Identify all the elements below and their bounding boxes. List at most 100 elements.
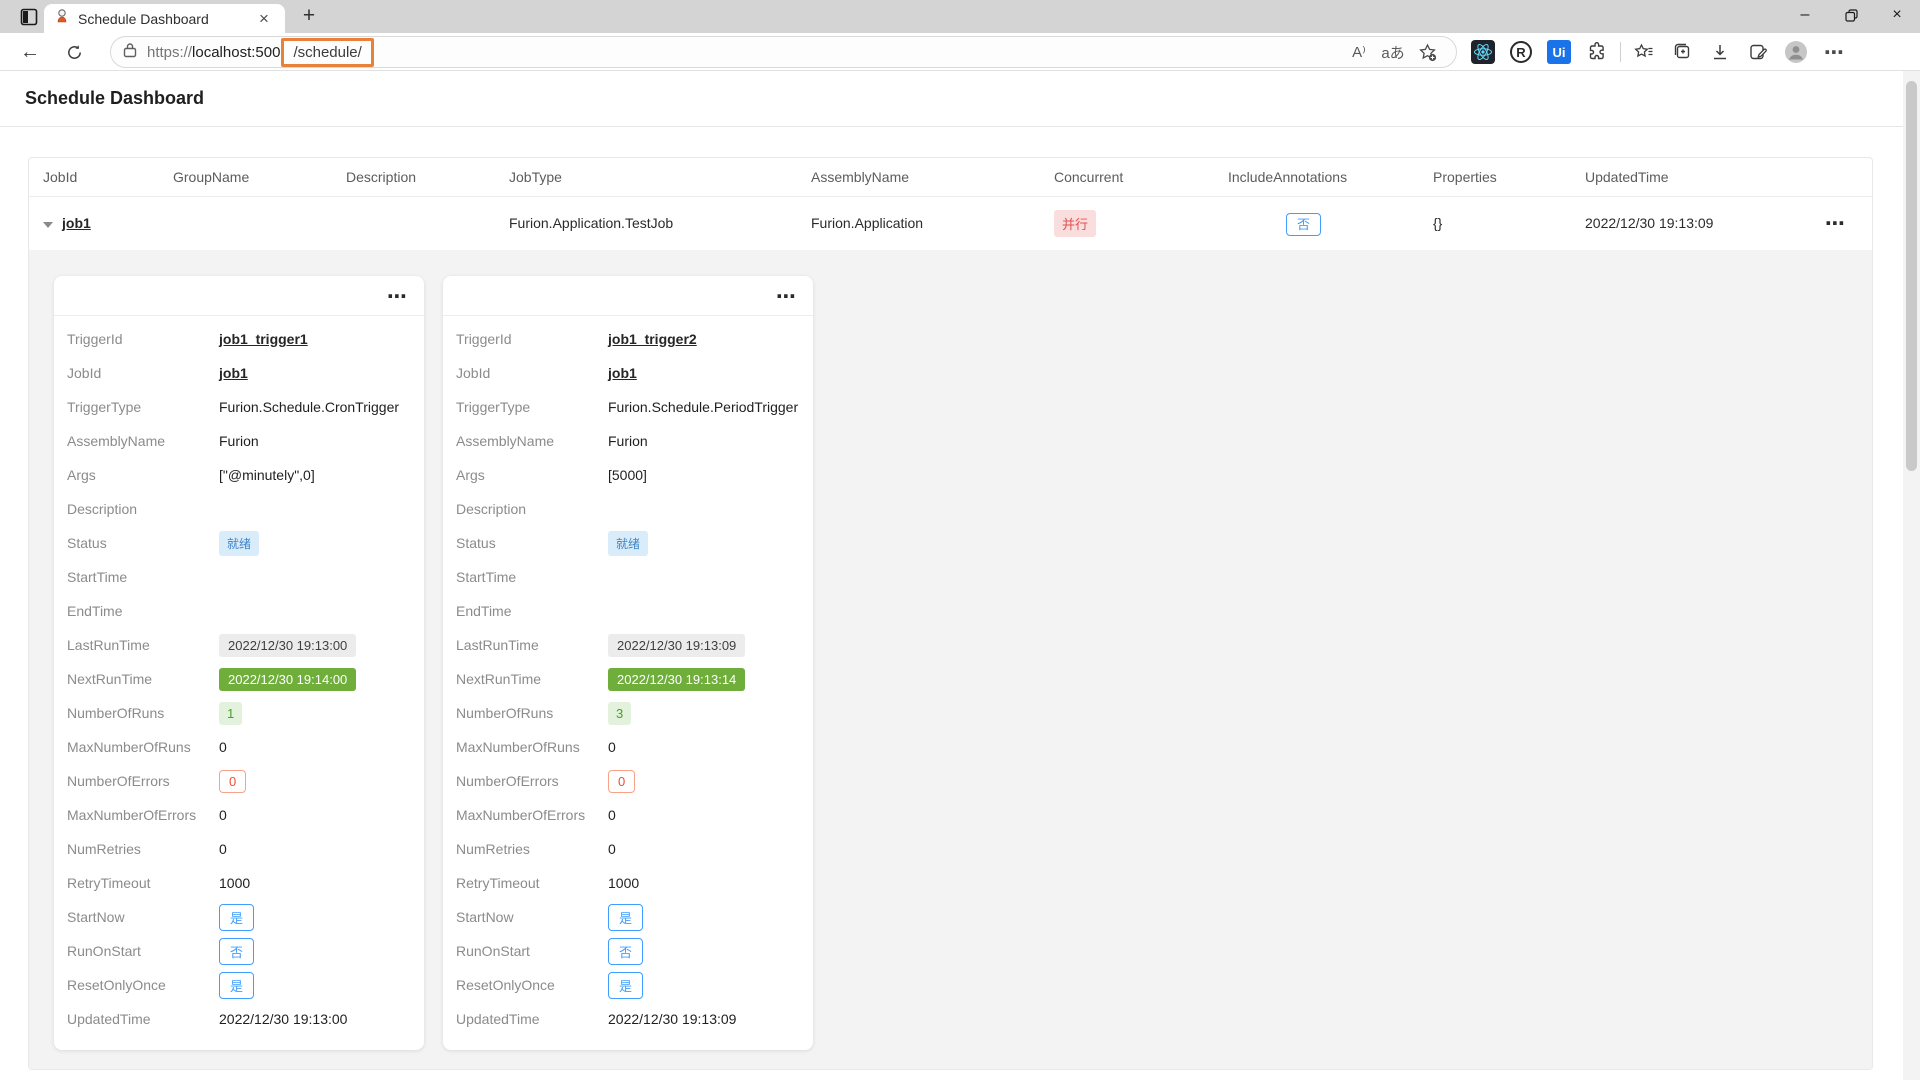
includeannotations-cell: 否 [1214,214,1419,233]
field-label: RetryTimeout [67,875,219,891]
read-aloud-icon[interactable]: A⁾ [1342,38,1376,66]
row-more-icon[interactable]: ⋯ [1825,213,1846,235]
field-label: RunOnStart [67,943,219,959]
card-field-row: NumberOfErrors0 [443,764,813,798]
back-icon[interactable]: ← [14,37,46,67]
card-field-row: TriggerTypeFurion.Schedule.CronTrigger [54,390,424,424]
favorite-add-icon[interactable] [1410,38,1444,66]
card-field-row: RetryTimeout1000 [54,866,424,900]
trigger-card: ⋯TriggerIdjob1_trigger1JobIdjob1TriggerT… [54,276,424,1050]
field-value: 0 [219,770,246,793]
redux-devtools-icon[interactable]: R [1506,38,1536,66]
column-header-updatedtime: UpdatedTime [1571,169,1811,185]
field-value: 2022/12/30 19:13:00 [219,634,356,657]
ui-extension-icon[interactable]: Ui [1544,38,1574,66]
settings-more-icon[interactable]: ⋯ [1819,38,1849,66]
field-label: ResetOnlyOnce [67,977,219,993]
card-field-row: LastRunTime2022/12/30 19:13:00 [54,628,424,662]
field-label: JobId [456,365,608,381]
card-field-row: JobIdjob1 [443,356,813,390]
restore-button[interactable] [1828,0,1874,30]
new-tab-button[interactable]: + [295,5,323,29]
field-value: 2022/12/30 19:14:00 [219,668,356,691]
field-value: 2022/12/30 19:13:09 [608,634,745,657]
page-scrollbar [1903,71,1920,1080]
field-label: TriggerId [67,331,219,347]
field-value[interactable]: job1_trigger1 [219,331,308,347]
updatedtime-cell: 2022/12/30 19:13:09 [1571,215,1811,231]
card-more-icon[interactable]: ⋯ [387,284,408,309]
field-label: NumberOfErrors [67,773,219,789]
vertical-tabs-icon[interactable] [14,5,44,29]
field-value: 0 [219,841,227,857]
field-value: 3 [608,702,631,725]
field-value: 否 [219,938,254,965]
column-header-jobtype: JobType [495,169,797,185]
react-devtools-icon[interactable] [1468,38,1498,66]
field-label: NumberOfRuns [456,705,608,721]
field-value: 就绪 [219,531,259,556]
field-value: 是 [219,972,254,999]
card-field-row: JobIdjob1 [54,356,424,390]
favorites-bar-icon[interactable] [1629,38,1659,66]
extensions-puzzle-icon[interactable] [1582,38,1612,66]
field-label: StartTime [67,569,219,585]
field-value: 否 [608,938,643,965]
collapse-caret-icon[interactable] [43,222,53,228]
field-label: TriggerType [67,399,219,415]
jobs-table: JobId GroupName Description JobType Asse… [28,157,1873,1070]
field-value: Furion.Schedule.CronTrigger [219,399,399,415]
field-label: MaxNumberOfErrors [456,807,608,823]
profile-avatar[interactable] [1781,38,1811,66]
include-annotations-badge: 否 [1286,213,1321,236]
field-label: Args [67,467,219,483]
field-label: TriggerType [456,399,608,415]
browser-tab[interactable]: Schedule Dashboard × [44,4,285,33]
field-value: 2022/12/30 19:13:14 [608,668,745,691]
scrollbar-thumb[interactable] [1906,81,1917,471]
card-header: ⋯ [443,276,813,316]
field-label: EndTime [67,603,219,619]
web-capture-icon[interactable] [1743,38,1773,66]
field-label: NumRetries [67,841,219,857]
close-window-button[interactable]: × [1874,0,1920,30]
properties-cell: {} [1419,215,1571,231]
table-header-row: JobId GroupName Description JobType Asse… [29,158,1872,197]
card-field-row: NumRetries0 [54,832,424,866]
field-value: 0 [608,807,616,823]
field-value[interactable]: job1 [608,365,637,381]
field-label: RunOnStart [456,943,608,959]
tab-close-icon[interactable]: × [253,9,275,29]
tab-title: Schedule Dashboard [78,11,253,27]
field-value: Furion [219,433,259,449]
card-body: TriggerIdjob1_trigger1JobIdjob1TriggerTy… [54,316,424,1036]
trigger-card: ⋯TriggerIdjob1_trigger2JobIdjob1TriggerT… [443,276,813,1050]
translate-icon[interactable]: aあ [1376,38,1410,66]
field-label: Status [67,535,219,551]
assemblyname-cell: Furion.Application [797,215,1040,231]
card-field-row: TriggerIdjob1_trigger1 [54,322,424,356]
card-field-row: MaxNumberOfErrors0 [443,798,813,832]
downloads-icon[interactable] [1705,38,1735,66]
address-bar[interactable]: https://localhost:500/schedule/ A⁾ aあ [110,36,1457,68]
field-value[interactable]: job1 [219,365,248,381]
minimize-button[interactable]: – [1782,0,1828,30]
field-value[interactable]: job1_trigger2 [608,331,697,347]
card-more-icon[interactable]: ⋯ [776,284,797,309]
field-value: 0 [219,739,227,755]
card-field-row: UpdatedTime2022/12/30 19:13:00 [54,1002,424,1036]
collections-icon[interactable] [1667,38,1697,66]
url-highlight-box: /schedule/ [281,38,373,67]
refresh-icon[interactable] [58,37,90,67]
card-field-row: StartNow是 [54,900,424,934]
concurrent-badge: 并行 [1054,210,1096,237]
field-label: MaxNumberOfErrors [67,807,219,823]
row-actions-cell: ⋯ [1811,211,1873,236]
job-link[interactable]: job1 [62,215,91,231]
field-value: 0 [219,807,227,823]
column-header-assemblyname: AssemblyName [797,169,1040,185]
card-field-row: Args[5000] [443,458,813,492]
extension-strip: R Ui ⋯ [1468,37,1849,67]
field-value: 2022/12/30 19:13:00 [219,1011,347,1027]
card-field-row: TriggerIdjob1_trigger2 [443,322,813,356]
